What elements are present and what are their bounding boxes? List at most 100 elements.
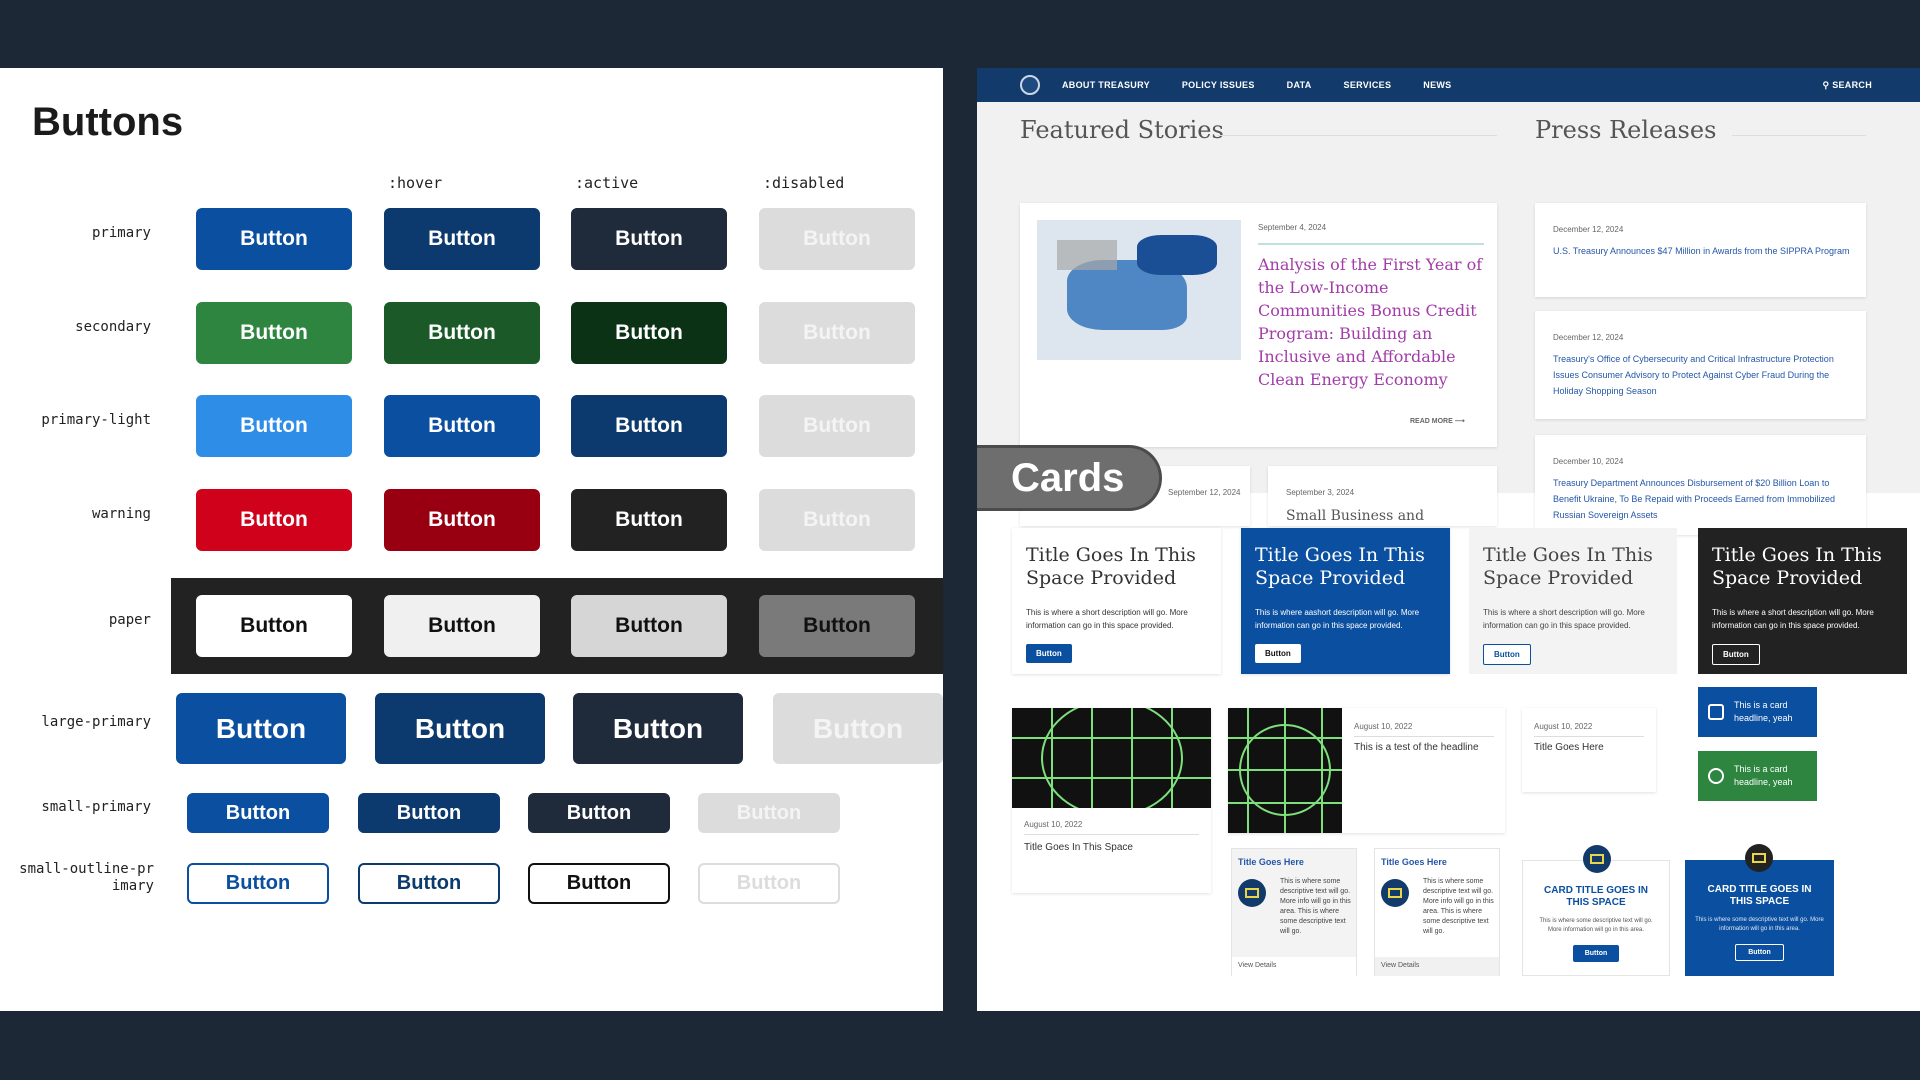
row-label-small-outline-primary: small-outline-primary — [19, 860, 154, 894]
cta-card-blue: CARD TITLE GOES IN THIS SPACE This is wh… — [1685, 844, 1834, 976]
large-primary-button-active[interactable]: Button — [573, 693, 743, 764]
card-button[interactable]: Button — [1572, 945, 1620, 962]
card-button[interactable]: Button — [1026, 644, 1072, 663]
card-button[interactable]: Button — [1712, 644, 1760, 665]
nav-services[interactable]: SERVICES — [1344, 80, 1392, 90]
card-button[interactable]: Button — [1255, 644, 1301, 663]
press-release-card[interactable]: December 12, 2024 Treasury's Office of C… — [1535, 311, 1866, 419]
press-release-card[interactable]: December 10, 2024 Treasury Department An… — [1535, 435, 1866, 535]
cards-section-label: Cards — [977, 448, 1159, 508]
small-outline-primary-button-hover[interactable]: Button — [358, 863, 500, 904]
treasury-seal-logo[interactable] — [1020, 75, 1040, 95]
warning-button-disabled: Button — [759, 489, 915, 551]
card-description: This is where a short description will g… — [1712, 608, 1874, 630]
us-map-image — [1037, 220, 1241, 360]
card-button[interactable]: Button — [1483, 644, 1531, 665]
story-card[interactable]: September 3, 2024 Small Business and — [1268, 466, 1497, 526]
card-title: CARD TITLE GOES IN THIS SPACE — [1707, 884, 1812, 907]
card-title: Title Goes In This Space Provided — [1483, 544, 1653, 589]
paper-button-default[interactable]: Button — [196, 595, 352, 657]
small-primary-button-hover[interactable]: Button — [358, 793, 500, 833]
primary-light-button-disabled: Button — [759, 395, 915, 457]
press-title[interactable]: Treasury's Office of Cybersecurity and C… — [1553, 351, 1853, 399]
small-outline-primary-button-default[interactable]: Button — [187, 863, 329, 904]
story-title: Small Business and — [1286, 508, 1425, 524]
card-title: Title Goes In This Space — [1024, 842, 1133, 853]
read-more-link[interactable]: READ MORE ⟶ — [1410, 417, 1465, 425]
press-title[interactable]: U.S. Treasury Announces $47 Million in A… — [1553, 243, 1853, 259]
icon-card[interactable]: Title Goes Here This is where some descr… — [1231, 848, 1357, 976]
primary-light-button-active[interactable]: Button — [571, 395, 727, 457]
warning-button-active[interactable]: Button — [571, 489, 727, 551]
primary-light-button-default[interactable]: Button — [196, 395, 352, 457]
primary-light-button-hover[interactable]: Button — [384, 395, 540, 457]
paper-button-disabled: Button — [759, 595, 915, 657]
headline-text: This is a card headline, yeah — [1734, 764, 1793, 787]
search-label: SEARCH — [1832, 79, 1872, 90]
icon-card[interactable]: Title Goes Here This is where some descr… — [1374, 848, 1500, 976]
paper-button-active[interactable]: Button — [571, 595, 727, 657]
buttons-panel: Buttons :hover :active :disabled primary… — [0, 68, 943, 1011]
secondary-button-hover[interactable]: Button — [384, 302, 540, 364]
image-card[interactable]: August 10, 2022 Title Goes In This Space — [1012, 708, 1211, 893]
date-card[interactable]: August 10, 2022 Title Goes Here — [1522, 708, 1656, 792]
headline-card-green[interactable]: This is a card headline, yeah — [1698, 751, 1817, 801]
large-primary-button-default[interactable]: Button — [176, 693, 346, 764]
small-outline-primary-button-disabled: Button — [698, 863, 840, 904]
monitor-icon — [1745, 844, 1773, 872]
warning-button-hover[interactable]: Button — [384, 489, 540, 551]
featured-heading: Featured Stories — [1020, 116, 1224, 144]
headline-card-blue[interactable]: This is a card headline, yeah — [1698, 687, 1817, 737]
press-title[interactable]: Treasury Department Announces Disburseme… — [1553, 475, 1853, 523]
row-label-primary-light: primary-light — [41, 411, 151, 428]
card-title: Title Goes Here — [1381, 857, 1447, 867]
small-primary-button-default[interactable]: Button — [187, 793, 329, 833]
row-label-secondary: secondary — [75, 318, 151, 335]
featured-story-card[interactable]: September 4, 2024 Analysis of the First … — [1020, 203, 1497, 447]
treasury-site-preview: ABOUT TREASURY POLICY ISSUES DATA SERVIC… — [977, 68, 1920, 1011]
cta-card-white: CARD TITLE GOES IN THIS SPACE This is wh… — [1522, 845, 1670, 976]
monitor-icon — [1583, 845, 1611, 873]
read-more-label: READ MORE — [1410, 418, 1453, 425]
card-date: August 10, 2022 — [1534, 722, 1593, 731]
header-active: :active — [575, 174, 639, 192]
header-disabled: :disabled — [763, 174, 845, 192]
card-description: This is where some descriptive text will… — [1423, 878, 1494, 935]
story-date: September 12, 2024 — [1168, 488, 1241, 497]
nav-news[interactable]: NEWS — [1423, 80, 1451, 90]
nav-data[interactable]: DATA — [1287, 80, 1312, 90]
horizontal-card[interactable]: August 10, 2022 This is a test of the he… — [1228, 708, 1505, 833]
warning-button-default[interactable]: Button — [196, 489, 352, 551]
title-card-white: Title Goes In This Space Provided This i… — [1012, 528, 1221, 674]
primary-button-active[interactable]: Button — [571, 208, 727, 270]
search-button[interactable]: ⚲ SEARCH — [1822, 80, 1872, 91]
card-description: This is where some descriptive text will… — [1695, 917, 1824, 932]
featured-title[interactable]: Analysis of the First Year of the Low-In… — [1258, 253, 1488, 391]
nav-policy[interactable]: POLICY ISSUES — [1182, 80, 1255, 90]
title-card-dark: Title Goes In This Space Provided This i… — [1698, 528, 1907, 674]
calendar-icon — [1708, 704, 1724, 720]
row-label-primary: primary — [91, 224, 151, 241]
small-outline-primary-button-active[interactable]: Button — [528, 863, 670, 904]
primary-button-default[interactable]: Button — [196, 208, 352, 270]
secondary-button-default[interactable]: Button — [196, 302, 352, 364]
card-description: This is where a short description will g… — [1026, 608, 1188, 630]
nav-about[interactable]: ABOUT TREASURY — [1062, 80, 1150, 90]
card-description: This is where a short description will g… — [1483, 608, 1645, 630]
clock-icon — [1708, 768, 1724, 784]
press-release-card[interactable]: December 12, 2024 U.S. Treasury Announce… — [1535, 203, 1866, 297]
large-primary-button-hover[interactable]: Button — [375, 693, 545, 764]
secondary-button-active[interactable]: Button — [571, 302, 727, 364]
view-details-link[interactable]: View Details — [1375, 957, 1499, 976]
card-title: Title Goes Here — [1534, 742, 1604, 753]
row-label-warning: warning — [91, 505, 151, 522]
small-primary-button-active[interactable]: Button — [528, 793, 670, 833]
primary-button-hover[interactable]: Button — [384, 208, 540, 270]
card-button[interactable]: Button — [1735, 944, 1784, 961]
card-title: Title Goes Here — [1238, 857, 1304, 867]
view-details-link[interactable]: View Details — [1232, 957, 1356, 976]
site-content: Featured Stories Press Releases Septembe… — [977, 102, 1920, 535]
row-label-large-primary: large-primary — [41, 714, 151, 730]
card-title: Title Goes In This Space Provided — [1712, 544, 1882, 589]
paper-button-hover[interactable]: Button — [384, 595, 540, 657]
